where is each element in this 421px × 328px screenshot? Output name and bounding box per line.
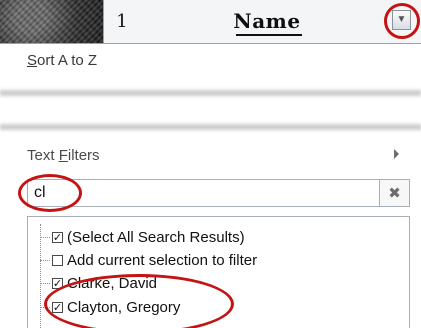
- close-icon: ✖: [388, 184, 401, 202]
- list-item-label: (Select All Search Results): [67, 228, 245, 246]
- tree-branch: [40, 236, 50, 238]
- torn-separator: [0, 88, 421, 98]
- header-underline: [236, 34, 302, 36]
- list-item-label: Clarke, David: [67, 274, 158, 292]
- name-column-header[interactable]: Name: [140, 0, 421, 43]
- torn-separator: [0, 122, 421, 132]
- chevron-right-icon: [394, 149, 399, 159]
- text-filters-rest: ilters: [67, 147, 100, 164]
- checkbox-select-all[interactable]: ✓: [52, 231, 63, 243]
- sort-accelerator: S: [27, 52, 38, 69]
- search-input[interactable]: [34, 183, 334, 203]
- list-item-label: Clayton, Gregory: [67, 298, 181, 316]
- list-item[interactable]: Add current selection to filter: [40, 250, 257, 270]
- tree-branch: [40, 306, 50, 308]
- text-filters-prefix: Text: [27, 147, 59, 164]
- sort-label-rest: ort A to Z: [37, 52, 98, 69]
- filter-dropdown-button[interactable]: ▼: [392, 10, 411, 30]
- row-number-cell: 1: [103, 0, 141, 43]
- text-filters-item[interactable]: Text Filters: [27, 147, 100, 164]
- list-item[interactable]: ✓ Clarke, David: [40, 273, 157, 293]
- name-header-label: Name: [233, 9, 301, 33]
- checkbox-clarke[interactable]: ✓: [52, 277, 63, 289]
- list-item[interactable]: ✓ Clayton, Gregory: [40, 297, 180, 317]
- chevron-down-icon: ▼: [396, 14, 407, 25]
- list-item-label: Add current selection to filter: [67, 251, 258, 269]
- tree-branch: [40, 282, 50, 284]
- sort-a-to-z-item[interactable]: Sort A to Z: [27, 52, 97, 69]
- tree-branch: [40, 259, 50, 261]
- search-box[interactable]: [27, 179, 380, 207]
- clear-search-button[interactable]: ✖: [380, 179, 410, 207]
- checkbox-clayton[interactable]: ✓: [52, 301, 63, 313]
- texture-image-cell: [0, 0, 103, 43]
- list-item[interactable]: ✓ (Select All Search Results): [40, 227, 245, 247]
- excel-filter-screenshot: 1 Name ▼ Sort A to Z Text Filters ✖ ✓ (S…: [0, 0, 421, 328]
- text-filters-accelerator: F: [58, 147, 68, 164]
- checkbox-add-selection[interactable]: [52, 254, 63, 266]
